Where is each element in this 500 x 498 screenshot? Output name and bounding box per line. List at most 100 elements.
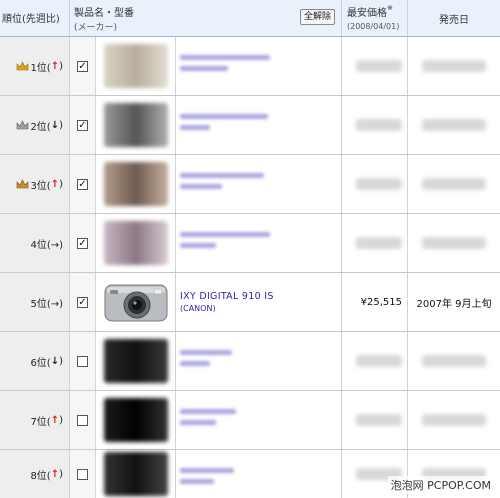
table-row: 7位(↑) — [0, 391, 500, 450]
price-blurred — [356, 414, 402, 426]
silver-crown-icon — [17, 120, 29, 130]
gold-crown-icon — [17, 61, 29, 71]
price-cell — [342, 214, 408, 272]
rank-cell: 5位(→) — [0, 273, 70, 331]
rank-close: ) — [59, 178, 63, 190]
product-name-cell — [176, 96, 342, 154]
product-name-blurred[interactable] — [180, 232, 270, 237]
product-thumbnail[interactable] — [103, 452, 168, 496]
product-image-cell — [96, 391, 176, 449]
product-column-header: 製品名・型番 (メーカー) 全解除 — [70, 0, 342, 36]
product-name-blurred[interactable] — [180, 173, 264, 178]
product-name-cell — [176, 155, 342, 213]
rank-text: 2位( — [30, 121, 51, 133]
checkbox-cell: ✓ — [70, 155, 96, 213]
rank-text: 7位( — [30, 416, 51, 428]
maker-blurred[interactable] — [180, 420, 216, 425]
product-thumbnail[interactable] — [103, 103, 168, 147]
product-thumbnail[interactable] — [103, 398, 168, 442]
release-blurred — [422, 178, 486, 190]
release-cell: 2007年 9月上旬 — [408, 273, 500, 331]
compare-checkbox[interactable]: ✓ — [77, 60, 88, 72]
rank-text: 8位( — [30, 470, 51, 482]
compare-checkbox[interactable]: ✓ — [77, 119, 88, 131]
checkbox-cell: ✓ — [70, 273, 96, 331]
maker-blurred[interactable] — [180, 125, 210, 130]
release-cell — [408, 96, 500, 154]
compare-checkbox[interactable]: ✓ — [77, 237, 88, 249]
rank-cell: 6位(↓) — [0, 332, 70, 390]
product-thumbnail[interactable] — [103, 221, 168, 265]
product-image-cell — [96, 332, 176, 390]
product-name-cell — [176, 214, 342, 272]
clear-all-button[interactable]: 全解除 — [299, 9, 335, 25]
price-blurred — [356, 355, 402, 367]
price-column-header: 最安価格※ (2008/04/01) — [342, 0, 408, 36]
product-thumbnail[interactable] — [103, 339, 168, 383]
compare-checkbox[interactable] — [77, 468, 88, 480]
release-blurred — [422, 414, 486, 426]
rank-cell: 3位(↑) — [0, 155, 70, 213]
rank-text: 5位(→) — [30, 298, 63, 310]
price-cell — [342, 155, 408, 213]
compare-checkbox[interactable]: ✓ — [77, 178, 88, 190]
table-row: 1位(↑) ✓ — [0, 37, 500, 96]
product-image-cell — [96, 214, 176, 272]
rank-cell: 4位(→) — [0, 214, 70, 272]
rank-close: ) — [59, 414, 63, 426]
release-cell — [408, 214, 500, 272]
checkbox-cell: ✓ — [70, 96, 96, 154]
maker-link[interactable]: (CANON) — [180, 303, 341, 314]
product-name-blurred[interactable] — [180, 55, 270, 60]
price-blurred — [356, 237, 402, 249]
product-name-link[interactable]: IXY DIGITAL 910 IS — [180, 291, 341, 303]
price-blurred — [356, 178, 402, 190]
compare-checkbox[interactable]: ✓ — [77, 296, 88, 308]
product-name-blurred[interactable] — [180, 468, 234, 473]
product-thumbnail[interactable] — [103, 44, 168, 88]
maker-blurred[interactable] — [180, 361, 210, 366]
camera-thumbnail[interactable] — [102, 279, 170, 325]
product-image-cell — [96, 450, 176, 498]
bronze-crown-icon — [17, 179, 29, 189]
release-blurred — [422, 237, 486, 249]
product-name-blurred[interactable] — [180, 409, 236, 414]
product-image-cell — [96, 37, 176, 95]
ranking-table: 順位(先週比) 製品名・型番 (メーカー) 全解除 最安価格※ (2008/04… — [0, 0, 500, 498]
maker-blurred[interactable] — [180, 479, 214, 484]
product-image-cell — [96, 155, 176, 213]
compare-checkbox[interactable] — [77, 414, 88, 426]
rank-text: 4位(→) — [30, 239, 63, 251]
rank-close: ) — [59, 355, 63, 367]
arrow-up-icon: ↑ — [50, 60, 60, 72]
release-cell — [408, 37, 500, 95]
release-column-header: 発売日 — [408, 0, 500, 36]
rank-text: 1位( — [30, 62, 51, 74]
product-name-blurred[interactable] — [180, 114, 268, 119]
price-blurred — [356, 119, 402, 131]
price-cell — [342, 391, 408, 449]
arrow-down-icon: ↓ — [50, 119, 60, 131]
table-row: 3位(↑) ✓ — [0, 155, 500, 214]
compare-checkbox[interactable] — [77, 355, 88, 367]
product-name-cell — [176, 450, 342, 498]
checkbox-cell — [70, 391, 96, 449]
release-blurred — [422, 355, 486, 367]
maker-blurred[interactable] — [180, 66, 228, 71]
release-blurred — [422, 60, 486, 72]
price-cell — [342, 37, 408, 95]
price-value: ¥25,515 — [360, 296, 402, 308]
site-watermark: 泡泡网 PCPOP.COM — [387, 476, 494, 494]
rank-cell: 1位(↑) — [0, 37, 70, 95]
product-thumbnail[interactable] — [103, 162, 168, 206]
table-header: 順位(先週比) 製品名・型番 (メーカー) 全解除 最安価格※ (2008/04… — [0, 0, 500, 37]
price-cell — [342, 332, 408, 390]
price-blurred — [356, 60, 402, 72]
release-header-label: 発売日 — [439, 15, 469, 26]
rank-cell: 7位(↑) — [0, 391, 70, 449]
maker-blurred[interactable] — [180, 184, 222, 189]
arrow-up-icon: ↑ — [50, 468, 60, 480]
release-cell — [408, 332, 500, 390]
maker-blurred[interactable] — [180, 243, 216, 248]
product-name-blurred[interactable] — [180, 350, 232, 355]
